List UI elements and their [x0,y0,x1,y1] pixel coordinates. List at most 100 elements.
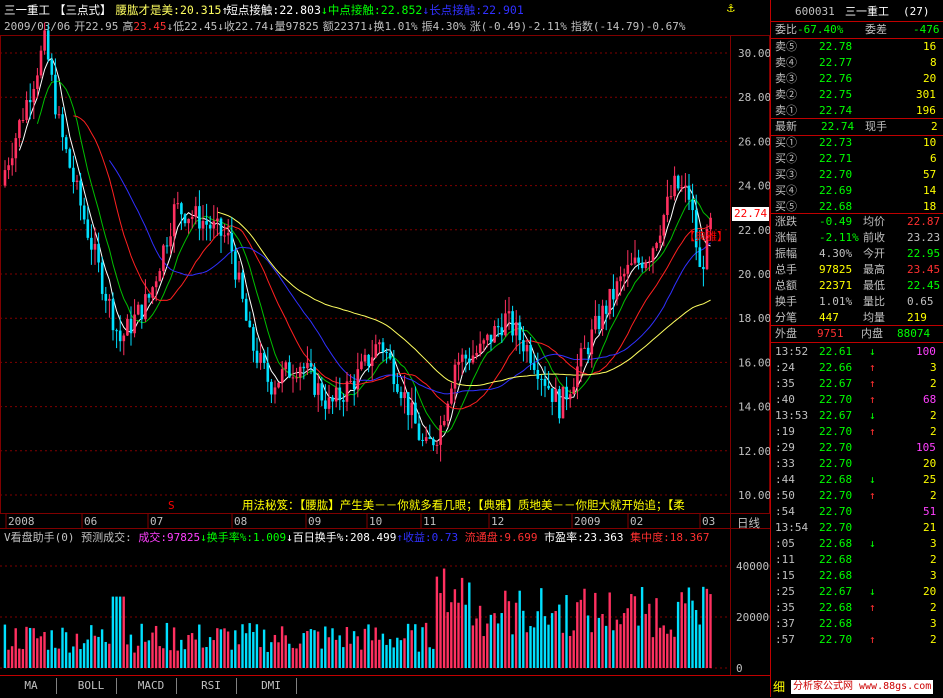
volume-bar [601,613,604,668]
tab-dmi[interactable]: DMI [246,678,297,694]
candle-body [637,257,640,263]
kline-chart[interactable]: 30.00 28.00 26.00 24.00 22.00 20.00 18.00 16.00… [0,0,770,697]
tick-volume: 25 [923,473,937,486]
bid-volume: 10 [923,136,937,149]
ask-price: 22.75 [819,88,853,101]
volume-bar [496,623,500,668]
candle-body [590,329,594,355]
stat-label: 分笔 [775,311,797,324]
vol-value: 97825 [167,531,201,544]
stat-row: 涨跌 -0.49 均价 22.87 [773,214,943,230]
candle-body [32,88,36,103]
weibi-label: 委比 [775,23,797,36]
candle-body [550,388,554,402]
candle-body [424,437,428,441]
volume-bar [676,601,680,668]
candle-body [248,320,252,328]
candle-body [57,114,61,116]
candle-body [266,362,270,382]
vol-label: 成交: [138,531,167,544]
tick-price: 22.67 [819,409,853,422]
volume-bar [25,626,28,668]
date-tick-label: 12 [491,515,504,528]
candle-body [604,305,608,314]
candle-body [302,366,306,369]
period-label[interactable]: 日线 [737,515,760,531]
candle-body [208,224,212,229]
candle-body [79,180,82,206]
tick-time: :37 [775,617,795,630]
volume-bar [237,644,241,668]
candle-body [630,263,633,265]
bid-label: 买④ [775,184,797,197]
tick-volume: 2 [930,601,937,614]
tick-time: :54 [775,505,795,518]
stock-title-row[interactable]: 600031 三一重工 (27) [773,4,943,20]
detail-tab[interactable]: 细 [773,678,785,695]
volume-bar [622,613,626,668]
float-value: 9.699 [504,531,538,544]
tick-volume: 2 [930,425,937,438]
candle-body [507,311,511,314]
volume-bar [266,651,269,668]
tab-boll[interactable]: BOLL [66,678,117,694]
candle-body [410,402,414,416]
volume-bar [32,628,35,668]
candle-body [270,381,273,395]
candle-body [313,366,316,395]
volume-bar [187,634,190,668]
volume-bar [709,594,712,668]
tick-price: 22.67 [819,585,853,598]
tick-price: 22.70 [819,521,853,534]
tick-price: 22.68 [819,569,853,582]
vol-title[interactable]: V看盘助手(0) [4,531,75,544]
volume-bar [64,632,68,668]
volume-bar [147,640,151,668]
volume-bar [475,618,478,668]
volume-axis: 400000 200000 0 [736,560,770,675]
candle-body [187,218,190,224]
candle-body [115,330,118,332]
volume-bar [122,596,125,668]
volume-bar [334,639,338,668]
tab-macd[interactable]: MACD [126,678,177,694]
tick-direction-icon: ↑ [869,633,876,646]
turn100-label: 百日换手%: [292,531,350,544]
tab-ma[interactable]: MA [6,678,57,694]
tick-volume: 3 [930,361,937,374]
tick-row: :19 22.70 ↑ 2 [773,424,943,440]
candle-body [532,363,536,370]
volume-bar [136,645,140,668]
tick-row: :54 22.70 51 [773,504,943,520]
volume-bar [666,633,669,668]
candle-body [93,243,97,250]
candle-body [619,276,622,282]
volume-bar [370,640,374,668]
tick-direction-icon: ↓ [869,585,876,598]
volume-bar [658,627,662,668]
candle-body [500,327,504,336]
volume-bar [612,630,615,668]
stat-label: 量比 [863,295,885,308]
stat-value: 22.87 [907,215,941,228]
candle-body [453,364,457,389]
turn-label: 换手率%: [206,531,253,544]
volume-bar [72,646,75,668]
candlesticks [3,22,712,462]
candle-body [406,392,410,416]
ask-row: 卖② 22.75 301 [773,87,943,103]
tick-row: :11 22.68 2 [773,552,943,568]
stat-value: 4.30% [819,247,853,260]
candle-body [471,355,475,363]
volume-bar [536,611,539,668]
candle-body [169,236,172,247]
tab-rsi[interactable]: RSI [186,678,237,694]
tick-price: 22.70 [819,393,853,406]
bid-volume: 6 [930,152,937,165]
ask-label: 卖⑤ [775,40,797,53]
volume-bar [298,643,302,668]
candle-body [111,298,115,331]
volume-bar [550,613,554,668]
candle-body [25,100,28,121]
ask-price: 22.77 [819,56,853,69]
